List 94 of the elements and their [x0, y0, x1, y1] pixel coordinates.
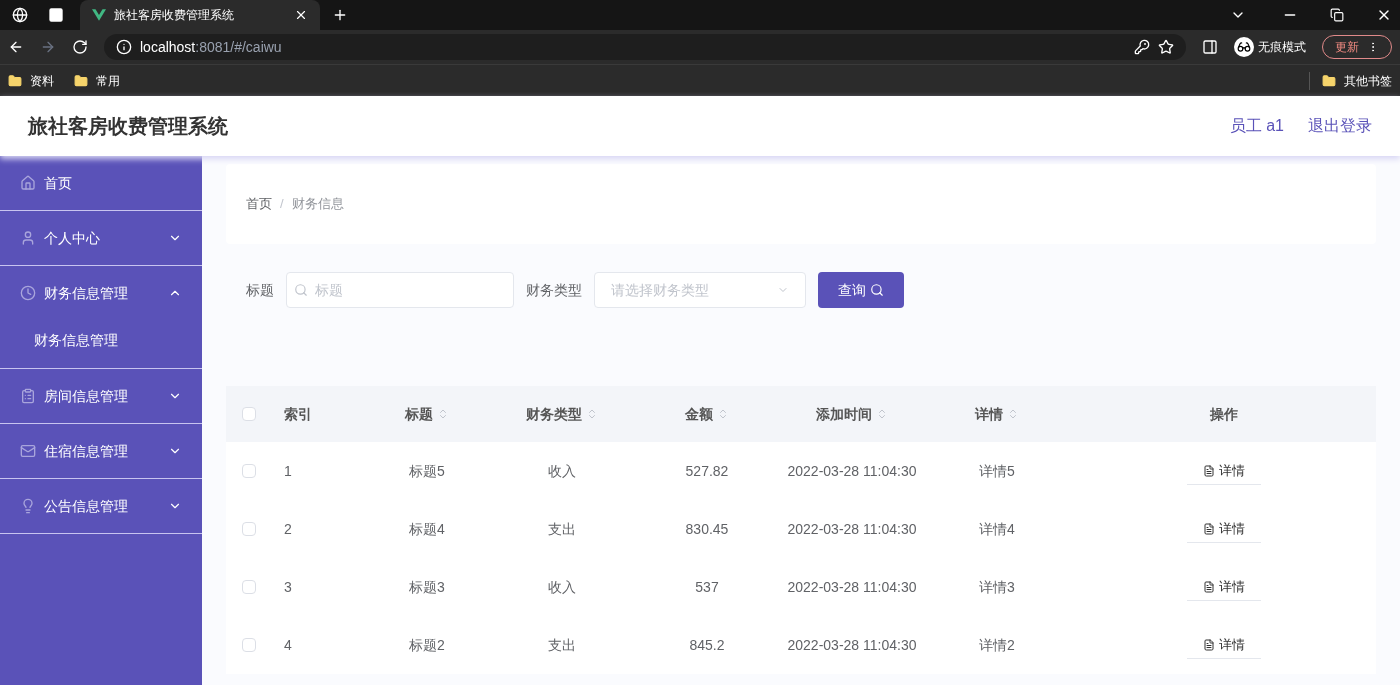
table-cell: 详情4 — [979, 520, 1015, 537]
clipboard-icon — [20, 388, 36, 404]
document-icon — [1203, 638, 1215, 651]
url-host: localhost — [140, 37, 196, 57]
home-icon — [20, 175, 36, 191]
table-cell-text: 2022-03-28 11:04:30 — [787, 635, 917, 655]
bookmark[interactable]: 常用 — [96, 71, 120, 90]
table-cell: 830.45 — [685, 520, 729, 537]
query-button[interactable]: 查询 — [818, 272, 904, 308]
globe-icon[interactable] — [12, 7, 28, 23]
checkbox[interactable] — [242, 522, 256, 536]
url-path: :8081/#/caiwu — [195, 37, 282, 57]
column-header: 索引 — [284, 404, 312, 424]
table-cell: 支出 — [548, 636, 576, 653]
user-name: 员工 a1 — [1229, 116, 1284, 136]
table-cell: 标题2 — [409, 636, 445, 653]
profile-label: 无痕模式 — [1258, 39, 1306, 56]
new-tab-icon[interactable] — [332, 7, 348, 23]
close-icon[interactable] — [294, 8, 308, 22]
checkbox[interactable] — [242, 407, 256, 421]
breadcrumb-item[interactable]: 首页 — [246, 194, 272, 214]
folder-icon[interactable] — [8, 73, 22, 88]
table-cell: 3 — [284, 578, 292, 595]
field-label: 财务类型 — [526, 280, 582, 300]
table-cell: 收入 — [548, 578, 576, 595]
table-cell: 详情5 — [979, 462, 1015, 479]
title-search-field[interactable]: 标题 — [286, 272, 514, 308]
column-header[interactable]: 标题 — [405, 403, 433, 425]
detail-button[interactable]: 详情 — [1187, 456, 1261, 486]
search-icon — [870, 283, 884, 297]
menu-item[interactable]: 首页 — [0, 156, 202, 210]
mail-icon — [20, 443, 36, 459]
menu-item[interactable]: 个人中心 — [0, 211, 202, 265]
detail-button[interactable]: 详情 — [1187, 630, 1261, 660]
checkbox[interactable] — [242, 464, 256, 478]
breadcrumb-item: 财务信息 — [291, 195, 344, 214]
table-cell: 537 — [695, 578, 719, 595]
detail-button[interactable]: 详情 — [1187, 572, 1261, 602]
table-cell: 845.2 — [689, 636, 725, 653]
browser-tab[interactable]: 旅社客房收费管理系统 — [80, 0, 320, 30]
column-header[interactable]: 金额 — [685, 403, 713, 425]
table-cell-text: 2022-03-28 11:04:30 — [787, 577, 917, 597]
key-icon[interactable] — [1134, 39, 1150, 55]
table-cell: 标题5 — [409, 462, 445, 479]
menu-item[interactable]: 财务信息管理 — [0, 266, 202, 320]
logout-link[interactable]: 退出登录 — [1308, 114, 1372, 138]
side-panel-icon[interactable] — [1202, 39, 1218, 55]
menu-item[interactable]: 公告信息管理 — [0, 479, 202, 533]
other-bookmarks[interactable]: 其他书签 — [1344, 71, 1392, 90]
table-cell-text: 2022-03-28 11:04:30 — [787, 519, 917, 539]
document-icon — [1203, 464, 1215, 477]
table-cell: 标题4 — [409, 520, 445, 537]
checkbox[interactable] — [242, 580, 256, 594]
table-cell: 详情3 — [979, 578, 1015, 595]
app-title: 旅社客房收费管理系统 — [28, 114, 228, 139]
breadcrumb-separator: / — [280, 195, 284, 214]
menu-item[interactable]: 住宿信息管理 — [0, 424, 202, 478]
clock-icon — [20, 285, 36, 301]
table-cell: 2 — [284, 520, 292, 537]
table-cell: 1 — [284, 462, 292, 479]
column-header[interactable]: 详情 — [975, 403, 1003, 425]
star-icon[interactable] — [1158, 39, 1174, 55]
back-icon[interactable] — [8, 39, 24, 55]
menu-item[interactable]: 房间信息管理 — [0, 369, 202, 423]
submenu-item[interactable]: 财务信息管理 — [0, 320, 202, 368]
table-cell: 4 — [284, 636, 292, 653]
tab-group-icon[interactable] — [48, 7, 64, 23]
forward-icon[interactable] — [40, 39, 56, 55]
detail-button[interactable]: 详情 — [1187, 514, 1261, 544]
column-header: 操作 — [1210, 404, 1238, 424]
lightbulb-icon — [20, 498, 36, 514]
user-icon — [20, 230, 36, 246]
search-icon — [294, 283, 308, 297]
reload-icon[interactable] — [72, 39, 88, 55]
bookmark[interactable]: 资料 — [30, 71, 54, 90]
table-cell: 详情2 — [979, 636, 1015, 653]
table-cell-text: 2022-03-28 11:04:30 — [787, 461, 917, 481]
logo-icon — [92, 9, 106, 21]
table-cell: 527.82 — [685, 462, 729, 479]
checkbox[interactable] — [242, 638, 256, 652]
restore-icon[interactable] — [1330, 8, 1344, 22]
address-bar[interactable]: localhost:8081/#/caiwu — [104, 34, 1186, 60]
folder-icon[interactable] — [74, 73, 88, 88]
document-icon — [1203, 580, 1215, 593]
document-icon — [1203, 522, 1215, 535]
incognito-icon[interactable] — [1234, 37, 1254, 57]
info-icon — [116, 39, 132, 55]
table-cell: 支出 — [548, 520, 576, 537]
column-header[interactable]: 财务类型 — [526, 403, 582, 425]
table-cell: 收入 — [548, 462, 576, 479]
table-cell: 标题3 — [409, 578, 445, 595]
column-header[interactable]: 添加时间 — [816, 403, 872, 425]
field-label: 标题 — [246, 280, 274, 300]
folder-icon[interactable] — [1322, 73, 1336, 88]
